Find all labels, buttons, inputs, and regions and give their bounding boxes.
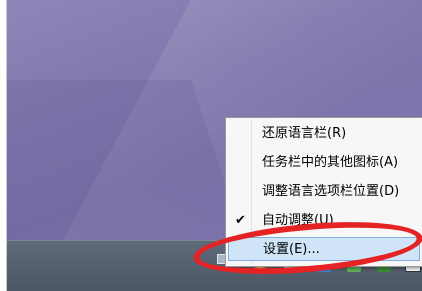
menu-item-additional-taskbar-icons[interactable]: 任务栏中的其他图标(A) (228, 151, 420, 175)
checkmark-icon: ✔ (235, 213, 246, 228)
menu-item-label: 任务栏中的其他图标(A) (262, 155, 399, 170)
menu-item-adjust-language-bar-position[interactable]: 调整语言选项栏位置(D) (228, 180, 420, 204)
menu-item-label: 调整语言选项栏位置(D) (262, 184, 400, 199)
menu-item-label: 还原语言栏(R) (262, 126, 347, 141)
screen: 还原语言栏(R) 任务栏中的其他图标(A) 调整语言选项栏位置(D) ✔ 自动调… (6, 0, 422, 291)
menu-item-restore-language-bar[interactable]: 还原语言栏(R) (228, 122, 420, 146)
